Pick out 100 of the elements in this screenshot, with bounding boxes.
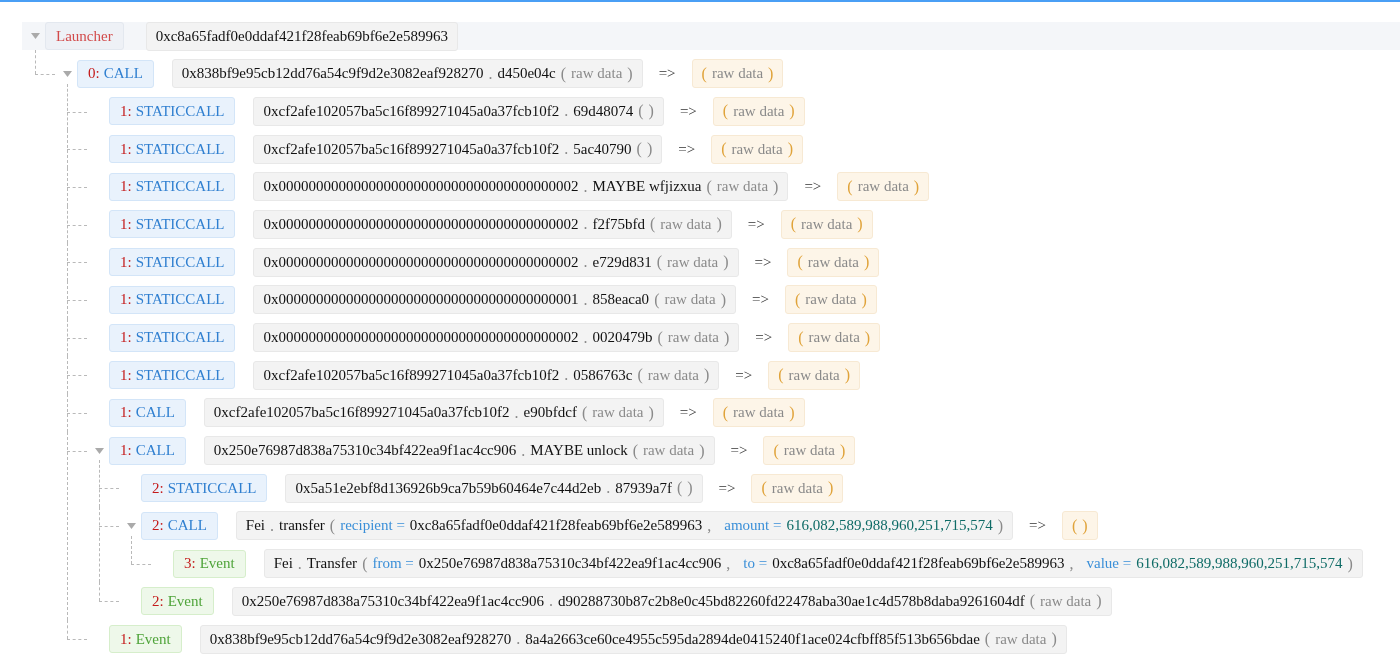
caret-icon[interactable] bbox=[94, 447, 104, 454]
depth-index: 1: bbox=[120, 291, 132, 309]
depth-index: 3: bbox=[184, 555, 196, 573]
punctuation-text: ) bbox=[789, 403, 795, 422]
punctuation-text: ) bbox=[913, 177, 920, 196]
punctuation-text: ) bbox=[627, 64, 633, 83]
call-text: 0xcf2afe102057ba5c16f899271045a0a37fcb10f2 bbox=[263, 140, 560, 158]
call-type: STATICCALL bbox=[135, 102, 225, 120]
punctuation-text: ( bbox=[1029, 592, 1035, 611]
punctuation-text: ( bbox=[701, 64, 707, 83]
punctuation-text: ( bbox=[329, 516, 336, 535]
punctuation-text: . bbox=[583, 253, 588, 272]
depth-index: 1: bbox=[120, 630, 132, 648]
punctuation-text: ) bbox=[720, 290, 726, 309]
call-text: f2f75bfd bbox=[592, 215, 645, 233]
arrow-text: => bbox=[679, 404, 697, 422]
call-type: STATICCALL bbox=[135, 329, 225, 346]
call-text: 0x0000000000000000000000000000000000000002 bbox=[263, 253, 579, 271]
arrow-text: => bbox=[718, 479, 736, 497]
punctuation-text: . bbox=[583, 290, 588, 309]
punctuation-text: ) bbox=[703, 366, 710, 385]
punctuation-text: ) bbox=[699, 441, 705, 460]
call-type: CALL bbox=[135, 442, 175, 460]
arrow-text: => bbox=[752, 291, 769, 309]
raw-data-text: raw data bbox=[711, 65, 764, 83]
depth-index: 1: bbox=[120, 102, 132, 120]
depth-index: 1: bbox=[120, 404, 132, 422]
punctuation-text: ) bbox=[646, 140, 653, 159]
punctuation-text: ) bbox=[1347, 554, 1353, 573]
punctuation-text: ) bbox=[840, 441, 846, 460]
arrow-text: => bbox=[678, 140, 696, 158]
punctuation-text: ) bbox=[787, 140, 793, 159]
call-text: 0xc8a65fadf0e0ddaf421f28feab69bf6e2e589963 bbox=[772, 555, 1065, 573]
punctuation-text: ( bbox=[847, 177, 853, 196]
raw-data-text: raw data bbox=[733, 404, 785, 422]
punctuation-text: ( bbox=[984, 630, 991, 648]
call-type: STATICCALL bbox=[135, 253, 225, 271]
punctuation-text: ) bbox=[789, 102, 795, 121]
call-type: CALL bbox=[135, 404, 175, 422]
depth-index: 1: bbox=[120, 140, 132, 158]
caret-icon[interactable] bbox=[126, 522, 136, 529]
call-type: STATICCALL bbox=[135, 215, 225, 233]
punctuation-text: ( bbox=[654, 290, 660, 309]
call-type: STATICCALL bbox=[135, 366, 225, 384]
call-text: 0x250e76987d838a75310c34bf422ea9f1ac4cc906 bbox=[241, 592, 545, 610]
punctuation-text: ( bbox=[581, 403, 588, 422]
depth-index: 2: bbox=[152, 592, 164, 610]
caret-icon[interactable] bbox=[30, 33, 40, 39]
punctuation-text: , bbox=[726, 554, 731, 573]
arrow-text: => bbox=[679, 102, 697, 120]
punctuation-text: , bbox=[707, 516, 712, 535]
punctuation-text: ( bbox=[362, 554, 368, 573]
raw-data-text: raw data bbox=[733, 102, 785, 120]
punctuation-text: . bbox=[583, 215, 588, 234]
raw-data-text: raw data bbox=[857, 178, 909, 196]
punctuation-text: ( bbox=[722, 102, 729, 121]
depth-index: 1: bbox=[120, 442, 132, 460]
raw-data-text: raw data bbox=[571, 65, 623, 83]
call-text: 87939a7f bbox=[615, 479, 672, 497]
punctuation-text: ) bbox=[687, 479, 693, 498]
call-type: STATICCALL bbox=[135, 140, 225, 158]
punctuation-text: . bbox=[583, 328, 588, 347]
punctuation-text: . bbox=[549, 592, 554, 611]
depth-index: 2: bbox=[152, 517, 164, 535]
param-name: recipient = bbox=[340, 517, 405, 535]
raw-data-text: raw data bbox=[647, 366, 699, 384]
arrow-text: => bbox=[747, 215, 765, 233]
call-text: 8a4a2663ce60ce4955c595da2894de0415240f1ace024cfbff85f513b656bdae bbox=[525, 630, 980, 648]
caret-icon[interactable] bbox=[62, 70, 72, 77]
punctuation-text: ( bbox=[794, 290, 801, 309]
punctuation-text: ) bbox=[1096, 592, 1102, 611]
punctuation-text: ( bbox=[636, 140, 642, 159]
punctuation-text: ) bbox=[864, 328, 871, 347]
call-type: Event bbox=[199, 555, 235, 573]
punctuation-text: ) bbox=[857, 215, 863, 234]
number-value: 616,082,589,988,960,251,715,574 bbox=[1136, 555, 1343, 573]
call-type: CALL bbox=[167, 517, 207, 535]
call-text: 0020479b bbox=[592, 329, 653, 346]
punctuation-text: ) bbox=[768, 64, 774, 83]
punctuation-text: ( bbox=[637, 366, 643, 385]
call-text: e90bfdcf bbox=[523, 404, 577, 422]
punctuation-text: ) bbox=[997, 516, 1003, 535]
raw-data-text: raw data bbox=[660, 215, 712, 233]
call-text: 0xcf2afe102057ba5c16f899271045a0a37fcb10f2 bbox=[263, 366, 560, 384]
arrow-text: => bbox=[1029, 517, 1046, 535]
punctuation-text: , bbox=[1069, 554, 1074, 573]
param-name: amount = bbox=[724, 517, 782, 535]
param-name: value = bbox=[1086, 555, 1132, 573]
raw-data-text: raw data bbox=[667, 329, 720, 346]
call-text: 0x5a51e2ebf8d136926b9ca7b59b60464e7c44d2eb bbox=[295, 479, 602, 497]
arrow-text: => bbox=[804, 178, 822, 196]
call-text: 0x0000000000000000000000000000000000000002 bbox=[263, 178, 579, 196]
punctuation-text: ( bbox=[632, 441, 638, 460]
arrow-text: => bbox=[730, 442, 748, 460]
punctuation-text: . bbox=[514, 403, 519, 422]
punctuation-text: ( bbox=[650, 215, 656, 234]
call-type: STATICCALL bbox=[135, 178, 225, 196]
raw-data-text: raw data bbox=[805, 291, 857, 309]
punctuation-text: ) bbox=[828, 479, 834, 498]
raw-data-text: raw data bbox=[807, 253, 859, 271]
